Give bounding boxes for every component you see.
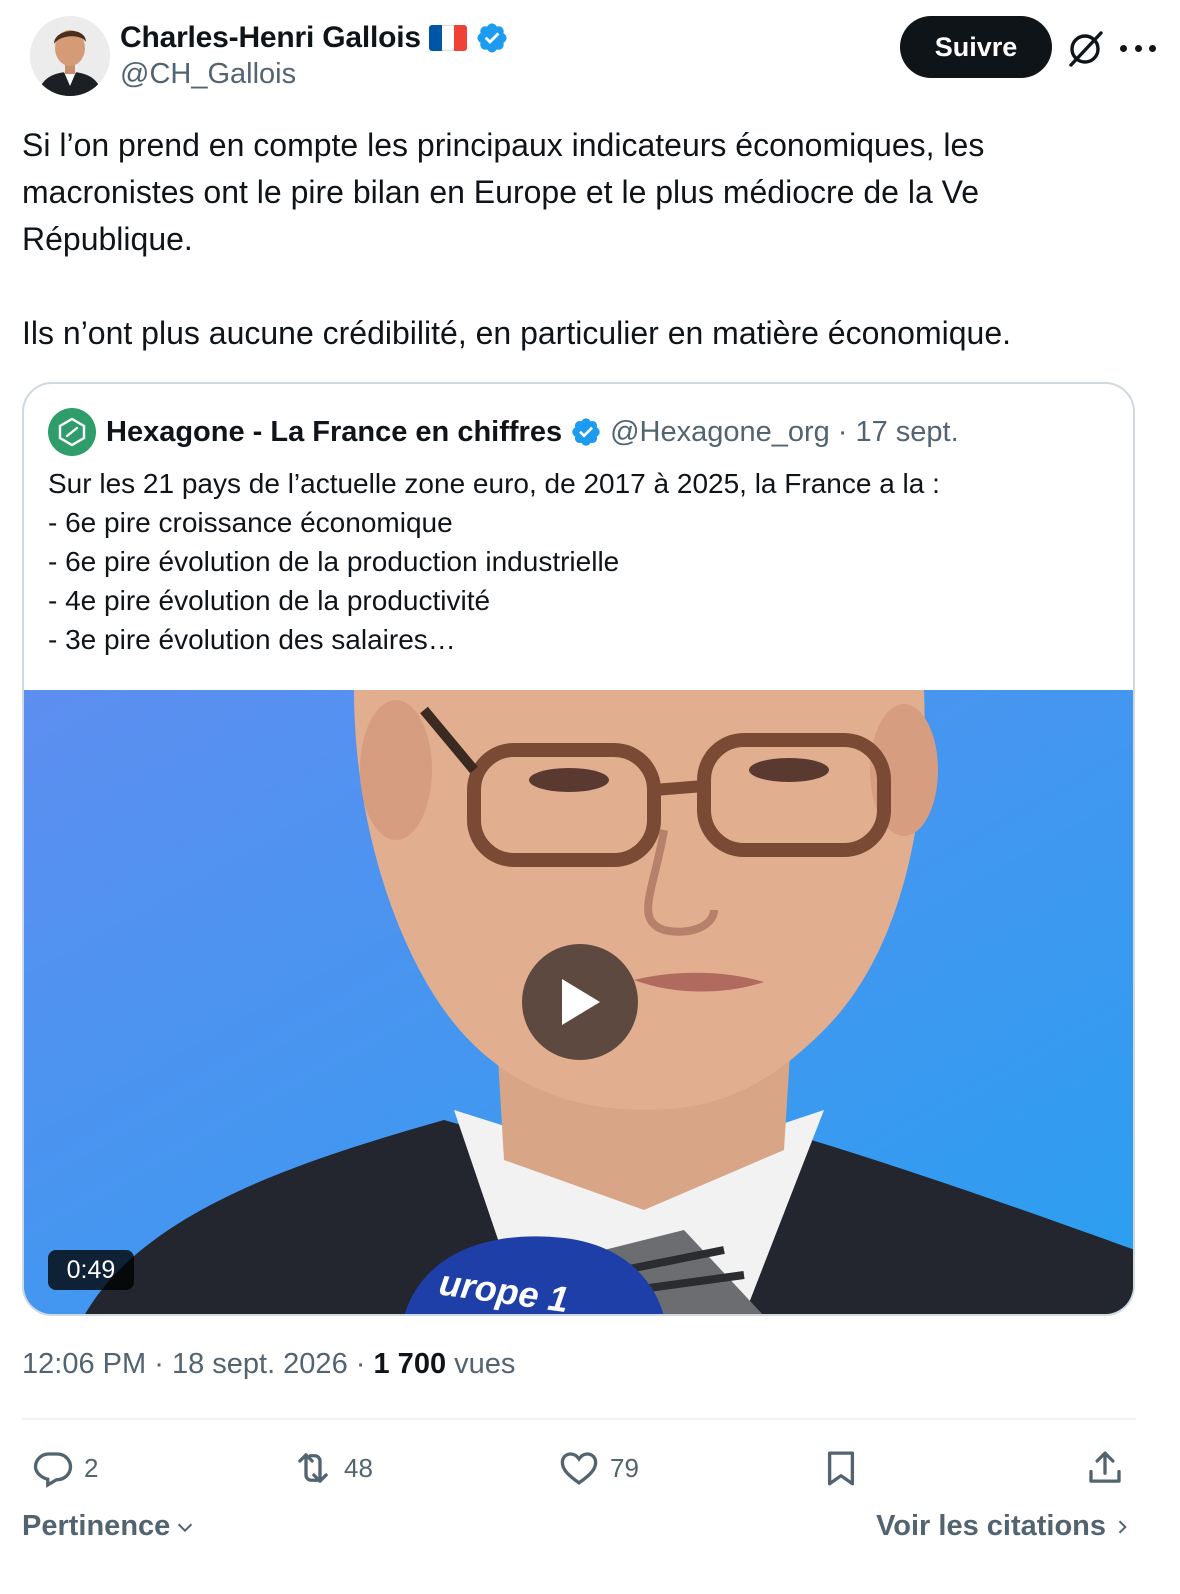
divider [22,1418,1136,1420]
like-count: 79 [610,1452,639,1483]
quoted-separator: · [837,415,848,448]
view-quotes-label: Voir les citations [876,1510,1106,1542]
quoted-date[interactable]: 17 sept. [855,416,958,449]
french-flag-icon [428,25,467,51]
more-dot [1134,44,1142,52]
share-button[interactable] [1084,1446,1126,1490]
flag-red-stripe [454,25,467,51]
view-quotes-link[interactable]: Voir les citations [876,1510,1132,1543]
repost-count: 48 [344,1452,373,1483]
author-name[interactable]: Charles-Henri Gallois [120,21,421,55]
like-button[interactable]: 79 [558,1446,639,1490]
quoted-author-handle[interactable]: @Hexagone_org [610,416,830,449]
sort-label: Pertinence [22,1510,171,1542]
author-handle[interactable]: @CH_Gallois [120,58,296,91]
views-label: vues [454,1348,516,1380]
share-icon [1089,1451,1121,1483]
tweet-date[interactable]: 18 sept. 2026 [172,1348,348,1380]
flag-white-stripe [441,25,455,51]
reply-icon [33,1452,73,1488]
more-icon[interactable] [1120,36,1156,60]
more-dot [1120,44,1127,52]
chevron-down-icon [178,1523,193,1532]
flag-blue-stripe [428,25,442,51]
video-player[interactable]: urope 1 0:49 [24,690,1133,1314]
quoted-author-avatar[interactable] [48,408,96,456]
sort-dropdown[interactable]: Pertinence [22,1510,196,1543]
author-avatar[interactable] [30,16,110,96]
tweet-text: Si l’on prend en compte les principaux i… [22,127,1011,351]
play-icon [562,979,600,1025]
views-count: 1 700 [373,1348,447,1380]
chevron-right-icon [1118,1519,1127,1534]
like-icon [560,1452,598,1485]
repost-button[interactable]: 48 [292,1446,373,1490]
follow-button[interactable]: Suivre [900,16,1052,78]
meta-separator: · [355,1348,366,1380]
reply-count: 2 [84,1452,99,1483]
tweet-meta: 12:06 PM · 18 sept. 2026 · 1 700 vues [22,1348,515,1381]
verified-badge-icon [477,23,507,53]
tweet-header: Charles-Henri Gallois @CH_Gallois Suivre [22,14,1158,104]
tweet-time[interactable]: 12:06 PM [22,1348,146,1380]
bookmark-button[interactable] [820,1446,862,1490]
quoted-tweet-text: Sur les 21 pays de l’actuelle zone euro,… [48,468,940,655]
quoted-author-name[interactable]: Hexagone - La France en chiffres [106,416,562,449]
quoted-tweet-header: Hexagone - La France en chiffres @Hexago… [48,408,959,456]
bookmark-icon [827,1451,855,1486]
verified-badge-icon [572,418,600,446]
video-duration-badge: 0:49 [48,1250,134,1290]
more-dot [1149,44,1156,52]
quoted-tweet-card[interactable]: Hexagone - La France en chiffres @Hexago… [22,382,1135,1316]
hexagon-logo-icon [58,417,86,447]
play-button[interactable] [522,944,638,1060]
repost-icon [298,1453,328,1483]
reply-button[interactable]: 2 [32,1446,98,1490]
meta-separator: · [154,1348,164,1380]
grok-icon[interactable] [1064,28,1106,70]
author-name-row: Charles-Henri Gallois [120,18,509,58]
